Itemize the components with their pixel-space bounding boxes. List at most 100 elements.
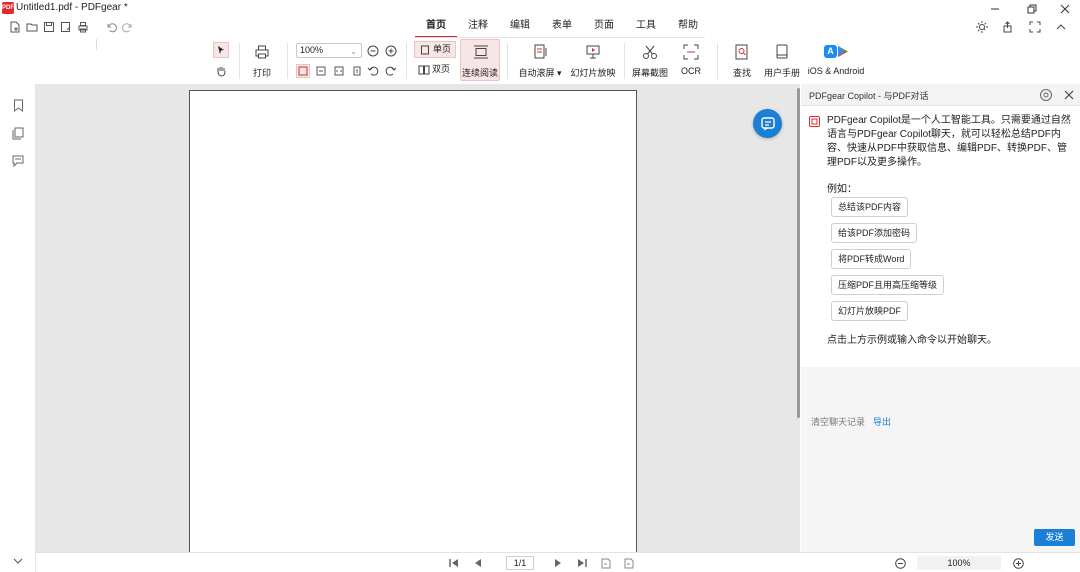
user-manual-label: 用户手册 (763, 68, 800, 78)
double-page-button[interactable]: 双页 (414, 62, 456, 79)
ocr-icon (683, 44, 699, 60)
send-button[interactable]: 发送 (1034, 529, 1075, 546)
actual-size-button[interactable] (296, 64, 310, 78)
thumbnails-icon[interactable] (11, 126, 25, 140)
chevron-down-icon: ⌄ (350, 47, 357, 56)
next-view-button[interactable] (623, 557, 635, 569)
previous-page-button[interactable] (472, 557, 484, 569)
share-button[interactable] (1000, 18, 1018, 36)
fit-height-button[interactable] (350, 64, 364, 78)
divider (717, 43, 718, 79)
pdf-page[interactable] (189, 90, 637, 552)
user-manual-button[interactable]: 用户手册 (762, 38, 802, 82)
fit-page-button[interactable] (314, 64, 328, 78)
single-page-label: 单页 (433, 44, 452, 54)
copilot-title: PDFgear Copilot - 与PDF对话 (809, 91, 929, 101)
copilot-hint-text: 点击上方示例或输入命令以开始聊天。 (827, 335, 997, 346)
previous-page-icon (475, 559, 481, 567)
auto-scroll-label: 自动滚屏 ▾ (518, 68, 562, 78)
next-page-icon (555, 559, 561, 567)
copilot-toggle-button[interactable] (753, 109, 782, 138)
previous-view-button[interactable] (600, 557, 612, 569)
rotate-right-icon (385, 66, 397, 76)
continuous-reading-button[interactable]: 连续阅读 (460, 39, 500, 81)
bookmark-icon[interactable] (11, 98, 25, 112)
vertical-scrollbar[interactable] (797, 88, 800, 418)
tab-page[interactable]: 页面 (583, 17, 625, 37)
print-button[interactable]: 打印 (248, 38, 276, 82)
zoom-out-icon (367, 45, 379, 57)
copilot-close-button[interactable] (1063, 89, 1075, 101)
select-tool-button[interactable] (213, 42, 229, 58)
auto-scroll-button[interactable]: 自动滚屏 ▾ (516, 38, 564, 82)
divider (406, 43, 407, 79)
redo-icon[interactable] (121, 20, 135, 34)
close-icon (1064, 90, 1074, 100)
example-button-add-password[interactable]: 给该PDF添加密码 (831, 223, 918, 243)
tab-form[interactable]: 表单 (541, 17, 583, 37)
slideshow-icon (586, 45, 600, 59)
first-page-button[interactable] (448, 557, 460, 569)
rotate-left-button[interactable] (366, 64, 380, 78)
sun-icon (976, 21, 988, 33)
slideshow-button[interactable]: 幻灯片放映 (569, 38, 617, 82)
document-viewer[interactable] (36, 84, 800, 552)
comments-icon[interactable] (11, 154, 25, 168)
ocr-button[interactable]: OCR (674, 38, 708, 82)
example-button-slideshow[interactable]: 幻灯片放映PDF (831, 301, 909, 321)
app-logo-icon: PDF (2, 2, 14, 14)
bottom-zoom-out-button[interactable] (894, 557, 906, 569)
export-link[interactable]: 导出 (873, 415, 891, 428)
fullscreen-button[interactable] (1026, 18, 1044, 36)
screenshot-button[interactable]: 屏幕截图 (630, 38, 670, 82)
chevron-down-icon[interactable] (11, 554, 25, 568)
bottom-zoom-value[interactable]: 100% (917, 556, 1001, 570)
find-label: 查找 (732, 68, 751, 78)
next-page-button[interactable] (552, 557, 564, 569)
new-file-icon[interactable] (8, 20, 22, 34)
title-bar: PDF Untitled1.pdf - PDFgear * (0, 0, 1080, 17)
tab-help[interactable]: 帮助 (667, 17, 709, 37)
double-page-label: 双页 (432, 64, 451, 74)
zoom-in-button[interactable] (384, 44, 398, 58)
minimize-button[interactable] (980, 0, 1010, 17)
save-icon[interactable] (42, 20, 56, 34)
print-quick-icon[interactable] (76, 20, 90, 34)
clear-history-link[interactable]: 清空聊天记录 (811, 415, 865, 428)
zoom-select[interactable]: 100% ⌄ (296, 43, 362, 58)
close-window-button[interactable] (1050, 0, 1080, 17)
book-icon (776, 44, 788, 59)
single-page-button[interactable]: 单页 (414, 41, 456, 58)
settings-icon (1040, 89, 1052, 101)
rotate-right-button[interactable] (384, 64, 398, 78)
chat-input[interactable] (801, 433, 1080, 523)
hand-tool-button[interactable] (214, 64, 228, 78)
undo-icon[interactable] (104, 20, 118, 34)
example-button-to-word[interactable]: 将PDF转成Word (831, 249, 912, 269)
continuous-reading-icon (474, 45, 488, 59)
save-as-icon[interactable] (59, 20, 73, 34)
tab-tools[interactable]: 工具 (625, 17, 667, 37)
example-button-compress[interactable]: 压缩PDF且用高压缩等级 (831, 275, 945, 295)
app-store-icon: A (822, 44, 850, 60)
theme-button[interactable] (974, 18, 992, 36)
tab-home[interactable]: 首页 (415, 17, 457, 38)
tab-edit[interactable]: 编辑 (499, 17, 541, 37)
open-folder-icon[interactable] (25, 20, 39, 34)
last-page-button[interactable] (576, 557, 588, 569)
zoom-out-button[interactable] (366, 44, 380, 58)
page-indicator[interactable]: 1/1 (506, 556, 534, 570)
fullscreen-icon (1029, 21, 1041, 33)
next-view-icon (624, 558, 634, 568)
rotate-left-icon (367, 66, 379, 76)
example-button-summarize[interactable]: 总结该PDF内容 (831, 197, 909, 217)
mobile-app-button[interactable]: A iOS & Android (805, 38, 867, 82)
find-button[interactable]: 查找 (728, 38, 756, 82)
divider (239, 43, 240, 79)
restore-button[interactable] (1017, 0, 1047, 17)
collapse-ribbon-button[interactable] (1052, 18, 1070, 36)
tab-annotate[interactable]: 注释 (457, 17, 499, 37)
bottom-zoom-in-button[interactable] (1012, 557, 1024, 569)
copilot-settings-button[interactable] (1039, 88, 1053, 102)
fit-width-button[interactable] (332, 64, 346, 78)
